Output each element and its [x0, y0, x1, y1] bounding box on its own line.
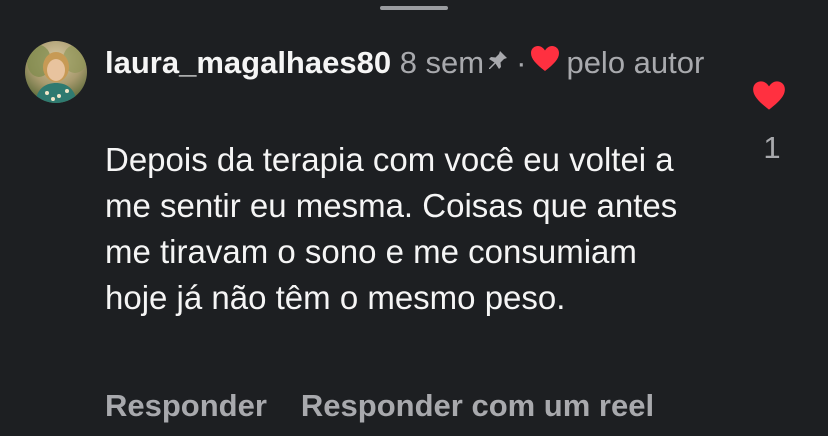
- avatar-image: [25, 41, 87, 103]
- username[interactable]: laura_magalhaes80: [105, 45, 391, 80]
- separator-dot: ·: [516, 45, 527, 80]
- comment-sheet: laura_magalhaes80 8 sem · pelo autor Depoi…: [0, 0, 828, 436]
- like-count[interactable]: 1: [752, 128, 792, 168]
- timestamp: 8 sem: [399, 45, 485, 80]
- reply-button[interactable]: Responder: [105, 384, 267, 428]
- comment-actions: Responder Responder com um reel: [105, 384, 654, 428]
- sheet-drag-handle[interactable]: [380, 6, 448, 10]
- heart-icon: [753, 81, 785, 110]
- heart-icon: [530, 39, 560, 85]
- like-button[interactable]: [752, 80, 792, 114]
- comment-text: Depois da terapia com você eu voltei a m…: [105, 141, 678, 316]
- pin-icon: [486, 39, 510, 85]
- comment-header: laura_magalhaes80 8 sem · pelo autor: [105, 40, 745, 88]
- liked-by-author-label: pelo autor: [566, 45, 705, 80]
- reply-with-reel-button[interactable]: Responder com um reel: [301, 384, 654, 428]
- avatar[interactable]: [25, 41, 87, 103]
